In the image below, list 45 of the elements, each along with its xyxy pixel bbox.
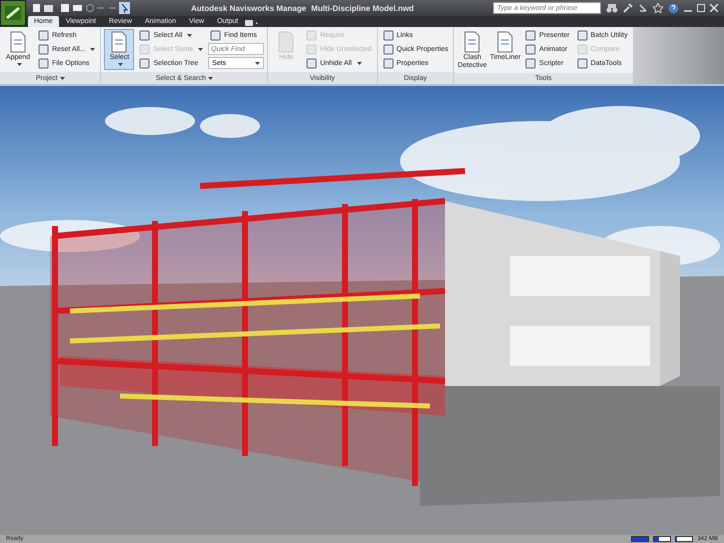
tool-icon <box>38 58 49 68</box>
caret-icon <box>60 76 65 80</box>
tool-icon <box>525 44 536 54</box>
caret-icon <box>356 62 362 64</box>
maximize-icon[interactable] <box>697 4 705 12</box>
tool-icon <box>38 30 49 40</box>
tool-icon <box>139 44 150 54</box>
tool-icon <box>139 30 150 40</box>
application-logo-icon <box>5 6 21 20</box>
application-menu-button[interactable] <box>0 0 26 26</box>
tool-icon <box>576 58 588 68</box>
tool-icon <box>462 31 482 53</box>
tool-icon <box>306 58 318 68</box>
quick-access-toolbar-icon[interactable] <box>31 2 131 14</box>
tool-icon <box>139 58 150 68</box>
close-icon[interactable] <box>710 4 718 12</box>
caret-icon <box>255 62 260 64</box>
caret-icon <box>118 62 123 66</box>
tool-icon <box>306 44 318 54</box>
help-icon[interactable] <box>668 2 679 14</box>
tool-icon <box>306 30 318 40</box>
caret-icon <box>16 62 22 66</box>
tool-icon <box>382 30 394 40</box>
tool-icon <box>495 31 516 53</box>
tool-icon <box>210 30 222 40</box>
wrench-icon[interactable] <box>623 3 633 13</box>
caret-icon <box>187 34 192 36</box>
star-icon[interactable] <box>653 3 663 13</box>
tool-icon <box>525 58 536 68</box>
tool-icon <box>8 31 28 53</box>
document-title: Multi-Discipline Model.nwd <box>311 4 414 12</box>
tool-icon <box>525 30 536 40</box>
caret-icon <box>198 48 204 50</box>
tool-icon <box>38 44 49 54</box>
caret-icon <box>90 48 96 50</box>
binoculars-icon[interactable] <box>606 3 618 13</box>
model-viewport[interactable] <box>0 86 724 535</box>
tool-icon <box>576 44 588 54</box>
caret-icon <box>208 76 213 80</box>
tool-icon <box>382 44 394 54</box>
tool-icon <box>576 30 588 40</box>
tool-icon <box>276 31 296 53</box>
tool-icon <box>382 58 394 68</box>
application-title: Autodesk Navisworks Manage <box>191 4 306 12</box>
tool-icon <box>109 31 130 53</box>
